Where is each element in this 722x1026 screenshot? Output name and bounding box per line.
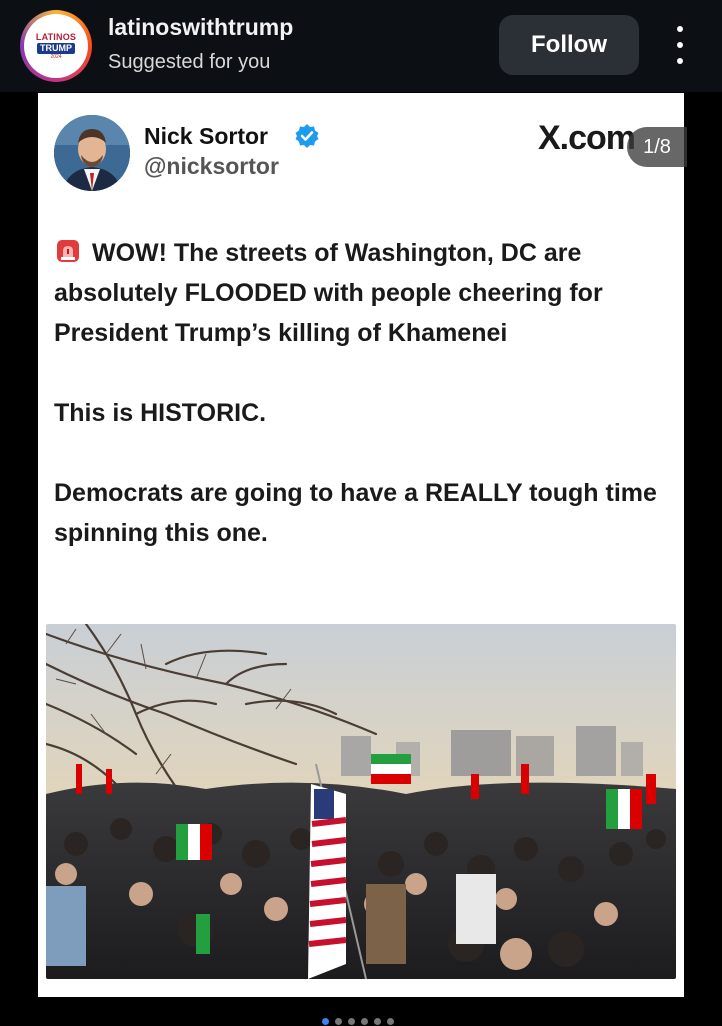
crowd-photo xyxy=(46,624,676,979)
source-label: X.com xyxy=(538,119,636,157)
tweet-paragraph-1: WOW! The streets of Washington, DC are a… xyxy=(54,233,674,353)
post-header: LATINOS TRUMP 2024 latinoswithtrump Sugg… xyxy=(0,0,722,92)
post-image-card[interactable]: Nick Sortor @nicksortor X.com 1/8 WOW! T… xyxy=(38,93,687,997)
more-vertical-icon[interactable] xyxy=(668,26,692,64)
tweet-text: WOW! The streets of Washington, DC are a… xyxy=(54,233,674,593)
tweet-paragraph-3: Democrats are going to have a REALLY tou… xyxy=(54,479,657,547)
logo-line-1: LATINOS xyxy=(35,31,77,42)
tweet-paragraph-1-text: WOW! The streets of Washington, DC are a… xyxy=(54,239,603,347)
tweet-paragraph-2: This is HISTORIC. xyxy=(54,399,267,427)
page-indicator: 1/8 xyxy=(627,127,687,167)
verified-check-icon xyxy=(294,123,320,149)
account-name[interactable]: latinoswithtrump xyxy=(108,14,293,41)
account-avatar[interactable]: LATINOS TRUMP 2024 xyxy=(20,10,92,82)
siren-emoji-icon xyxy=(54,237,82,265)
carousel-dots xyxy=(322,1018,412,1026)
logo-line-3: 2024 xyxy=(50,53,62,60)
follow-button[interactable]: Follow xyxy=(499,15,639,75)
author-handle: @nicksortor xyxy=(144,153,279,179)
author-name: Nick Sortor xyxy=(144,123,268,149)
latinos-for-trump-logo: LATINOS TRUMP 2024 xyxy=(24,14,88,78)
suggested-label: Suggested for you xyxy=(108,51,271,73)
logo-line-2: TRUMP xyxy=(37,42,75,54)
author-avatar xyxy=(54,115,130,191)
